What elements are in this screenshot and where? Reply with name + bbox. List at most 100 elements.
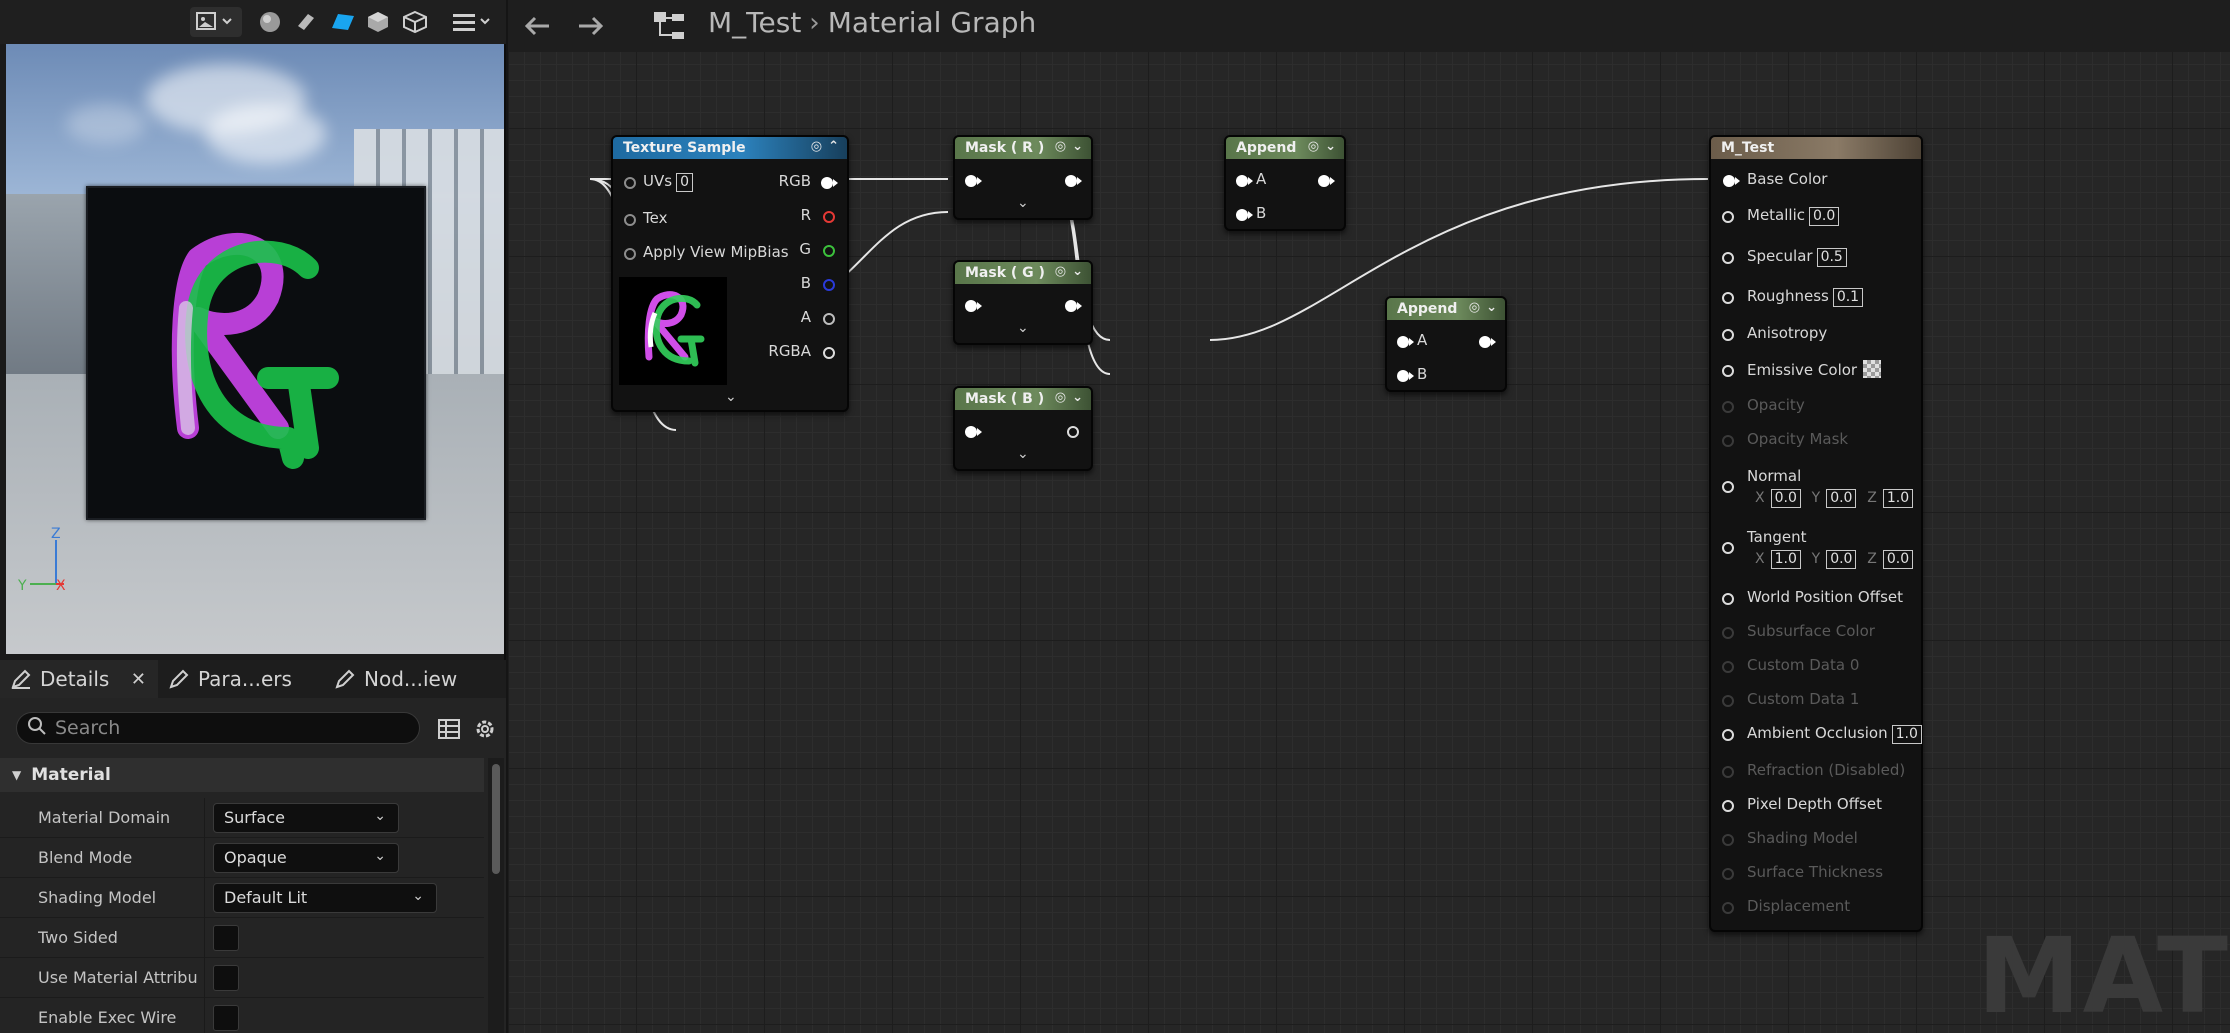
- input-pin-metallic[interactable]: [1722, 211, 1734, 223]
- input-pin-surface-thickness[interactable]: [1722, 868, 1734, 880]
- preview-toggle-icon[interactable]: ◎: [1055, 139, 1066, 154]
- tangent-z-value[interactable]: 0.0: [1882, 550, 1914, 569]
- breadcrumb-asset[interactable]: M_Test: [708, 6, 801, 39]
- tab-details[interactable]: Details ✕: [0, 660, 158, 698]
- output-pin[interactable]: [1479, 336, 1496, 348]
- chevron-down-icon[interactable]: ⌄: [1017, 320, 1029, 336]
- append-node-1[interactable]: Append ◎ ⌄ A B: [1224, 135, 1346, 231]
- output-pin[interactable]: [1065, 175, 1082, 187]
- gear-icon[interactable]: [472, 716, 498, 742]
- search-box[interactable]: [16, 712, 420, 744]
- roughness-value[interactable]: 0.1: [1832, 288, 1864, 307]
- collapse-icon[interactable]: ⌄: [1486, 300, 1497, 315]
- hierarchy-icon[interactable]: [652, 10, 688, 46]
- shading-model-dropdown[interactable]: Default Lit ⌄: [213, 882, 437, 913]
- uvs-value[interactable]: 0: [676, 173, 693, 192]
- mask-r-node[interactable]: Mask ( R ) ◎ ⌄ ⌄: [953, 135, 1093, 220]
- node-header[interactable]: M_Test: [1711, 137, 1921, 159]
- normal-y-value[interactable]: 0.0: [1826, 489, 1857, 508]
- input-pin-opacity-mask[interactable]: [1722, 435, 1734, 447]
- cylinder-preview-icon[interactable]: [292, 7, 320, 37]
- node-header[interactable]: Append ◎ ⌄: [1226, 137, 1344, 159]
- tangent-y-value[interactable]: 0.0: [1826, 550, 1857, 569]
- output-pin[interactable]: [1065, 300, 1082, 312]
- chevron-down-icon[interactable]: ⌄: [1017, 195, 1029, 211]
- menu-icon[interactable]: [446, 7, 500, 37]
- metallic-value[interactable]: 0.0: [1809, 207, 1840, 226]
- node-header[interactable]: Mask ( B ) ◎ ⌄: [955, 388, 1091, 410]
- use-material-attributes-checkbox[interactable]: [213, 964, 239, 991]
- input-pin-anisotropy[interactable]: [1722, 329, 1734, 341]
- input-pin-custom1[interactable]: [1722, 695, 1734, 707]
- preview-toggle-icon[interactable]: ◎: [1469, 300, 1480, 315]
- back-arrow-icon[interactable]: [516, 8, 556, 44]
- input-pin-displacement[interactable]: [1722, 902, 1734, 914]
- input-pin-base-color[interactable]: [1723, 175, 1740, 187]
- collapse-icon[interactable]: ⌄: [1072, 139, 1083, 154]
- tangent-x-value[interactable]: 1.0: [1770, 550, 1801, 569]
- input-pin-pdo[interactable]: [1722, 800, 1734, 812]
- tab-parameters[interactable]: Para...ers: [158, 660, 324, 698]
- node-header[interactable]: Append ◎ ⌄: [1387, 298, 1505, 320]
- input-pin-tangent[interactable]: [1722, 542, 1734, 554]
- input-pin-tex[interactable]: [624, 214, 636, 226]
- output-pin-rgb[interactable]: [821, 177, 838, 189]
- texture-sample-node[interactable]: Texture Sample ◎ ⌃ UVs 0 Tex Apply View Mi…: [611, 135, 849, 412]
- node-header[interactable]: Texture Sample ◎ ⌃: [613, 137, 847, 159]
- input-pin-shading-model[interactable]: [1722, 834, 1734, 846]
- preview-toggle-icon[interactable]: ◎: [1308, 139, 1319, 154]
- chevron-down-icon[interactable]: ⌄: [725, 389, 737, 405]
- input-pin-uvs[interactable]: [624, 177, 636, 189]
- input-pin-wpo[interactable]: [1722, 593, 1734, 605]
- output-pin-g[interactable]: [823, 245, 835, 257]
- viewport-options-icon[interactable]: [190, 7, 242, 37]
- preview-toggle-icon[interactable]: ◎: [1055, 390, 1066, 405]
- preview-toggle-icon[interactable]: ◎: [1055, 264, 1066, 279]
- input-pin-normal[interactable]: [1722, 481, 1734, 493]
- normal-x-value[interactable]: 0.0: [1770, 489, 1801, 508]
- input-pin-custom0[interactable]: [1722, 661, 1734, 673]
- input-pin-emissive[interactable]: [1722, 365, 1734, 377]
- material-graph-canvas[interactable]: M_Test › Material Graph Texture Sample ◎…: [508, 0, 2230, 1033]
- collapse-icon[interactable]: ⌃: [828, 139, 839, 154]
- output-pin-b[interactable]: [823, 279, 835, 291]
- input-pin-specular[interactable]: [1722, 252, 1734, 264]
- scrollbar-thumb[interactable]: [492, 764, 500, 874]
- custom-mesh-icon[interactable]: [400, 7, 430, 37]
- input-pin-roughness[interactable]: [1722, 292, 1734, 304]
- forward-arrow-icon[interactable]: [572, 8, 612, 44]
- input-pin-mipbias[interactable]: [624, 248, 636, 260]
- table-view-icon[interactable]: [436, 716, 462, 742]
- collapse-icon[interactable]: ⌄: [1325, 139, 1336, 154]
- input-pin-subsurface[interactable]: [1722, 627, 1734, 639]
- input-pin[interactable]: [965, 175, 982, 187]
- chevron-down-icon[interactable]: ⌄: [1017, 446, 1029, 462]
- input-pin[interactable]: [965, 300, 982, 312]
- node-header[interactable]: Mask ( R ) ◎ ⌄: [955, 137, 1091, 159]
- details-scrollbar[interactable]: [488, 758, 504, 1033]
- preview-toggle-icon[interactable]: ◎: [811, 139, 822, 154]
- output-pin-a[interactable]: [823, 313, 835, 325]
- cube-preview-icon[interactable]: [364, 7, 392, 37]
- ao-value[interactable]: 1.0: [1891, 725, 1922, 744]
- append-node-2[interactable]: Append ◎ ⌄ A B: [1385, 296, 1507, 392]
- sphere-preview-icon[interactable]: [256, 7, 284, 37]
- material-result-node[interactable]: M_Test Base Color Metallic 0.0 Specular 0.…: [1709, 135, 1923, 932]
- input-pin-refraction[interactable]: [1722, 766, 1734, 778]
- material-domain-dropdown[interactable]: Surface ⌄: [213, 802, 399, 833]
- input-pin-a[interactable]: [1236, 175, 1253, 187]
- input-pin-ao[interactable]: [1722, 729, 1734, 741]
- specular-value[interactable]: 0.5: [1816, 248, 1847, 267]
- output-pin[interactable]: [1067, 426, 1079, 438]
- blend-mode-dropdown[interactable]: Opaque ⌄: [213, 842, 399, 873]
- emissive-color-swatch[interactable]: [1863, 360, 1882, 378]
- search-input[interactable]: [55, 717, 395, 739]
- mask-g-node[interactable]: Mask ( G ) ◎ ⌄ ⌄: [953, 260, 1093, 345]
- category-header-material[interactable]: ▼ Material: [0, 758, 484, 792]
- input-pin[interactable]: [965, 426, 982, 438]
- input-pin-b[interactable]: [1236, 209, 1253, 221]
- collapse-icon[interactable]: ⌄: [1072, 390, 1083, 405]
- input-pin-b[interactable]: [1397, 370, 1414, 382]
- material-preview-viewport[interactable]: Z Y X: [6, 44, 504, 654]
- collapse-icon[interactable]: ⌄: [1072, 264, 1083, 279]
